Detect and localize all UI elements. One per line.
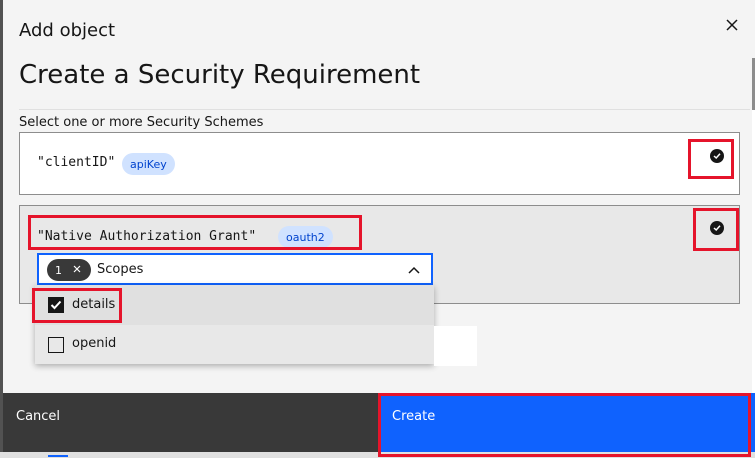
blank-area [434,326,477,366]
scopes-placeholder: Scopes [97,262,144,277]
checkbox-checked-icon[interactable] [48,297,64,313]
scope-option-label: openid [72,336,117,351]
scheme-name: "Native Authorization Grant" [37,229,257,244]
selected-count: 1 [55,263,62,277]
scheme-name: "clientID" [37,155,116,170]
scheme-type-tag: oauth2 [278,226,333,248]
modal-heading: Create a Security Requirement [19,60,421,90]
scope-option-details[interactable]: details [35,285,434,325]
cancel-button[interactable]: Cancel [3,393,379,452]
scheme-type-tag: apiKey [122,153,175,175]
scopes-dropdown-menu: details openid [35,285,434,364]
backdrop-link-fragment [48,455,68,457]
chevron-up-icon[interactable] [407,264,421,276]
scope-option-openid[interactable]: openid [35,325,434,364]
heading-divider [19,109,750,110]
selected-count-tag[interactable]: 1 [47,259,91,281]
modal-footer: Cancel Create [3,393,755,452]
checkmark-filled-icon[interactable] [710,221,724,235]
checkbox-empty-icon[interactable] [48,337,64,353]
scope-option-label: details [72,297,116,312]
close-icon [726,19,738,31]
create-button[interactable]: Create [379,393,755,452]
modal-label: Add object [19,20,116,41]
tag-close-icon[interactable] [71,263,83,275]
scheme-card-clientid[interactable]: "clientID" apiKey [19,132,740,195]
checkmark-filled-icon[interactable] [710,149,724,163]
section-label: Select one or more Security Schemes [19,115,264,130]
backdrop-bottom [0,452,755,458]
close-button[interactable] [719,12,745,38]
scopes-multiselect[interactable]: 1 Scopes [37,253,433,285]
add-object-modal: Add object Create a Security Requirement… [3,0,755,452]
